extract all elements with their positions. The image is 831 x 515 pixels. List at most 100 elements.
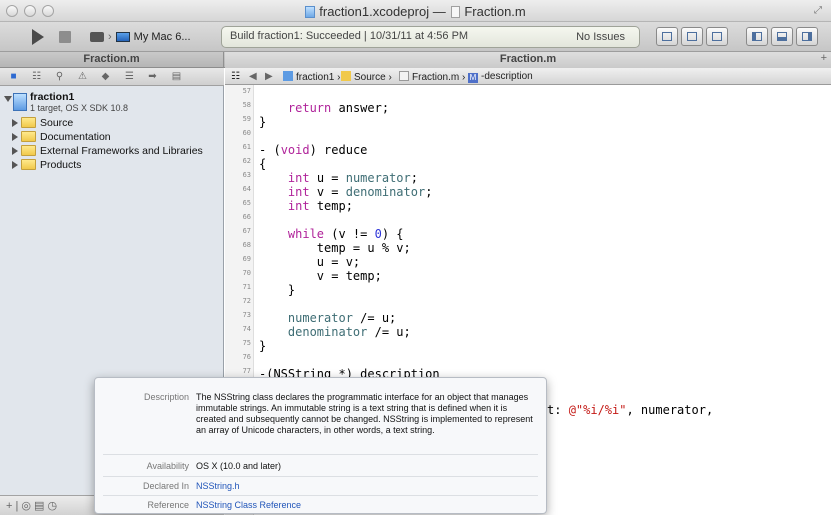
source-file-icon	[399, 71, 409, 81]
line-number: 58	[242, 101, 251, 109]
debug-area-toggle-button[interactable]	[771, 27, 793, 46]
project-name: fraction1	[30, 91, 75, 103]
disclosure-down-icon[interactable]	[4, 96, 12, 102]
tab-editor-fraction-m[interactable]: Fraction.m +	[225, 52, 831, 68]
activity-status-text: Build fraction1: Succeeded | 10/31/11 at…	[230, 30, 469, 42]
line-number: 76	[242, 353, 251, 361]
tree-row-documentation[interactable]: Documentation	[0, 130, 224, 144]
breakpoint-navigator-icon[interactable]: ☰	[124, 71, 135, 82]
run-button[interactable]	[32, 29, 44, 45]
project-icon	[13, 93, 27, 111]
line-number: 63	[242, 171, 251, 179]
utilities-toggle-button[interactable]	[796, 27, 818, 46]
breakpoint-arrow-icon[interactable]: ➡	[147, 71, 158, 82]
code-token: /= u;	[352, 311, 397, 325]
window-title-project: fraction1.xcodeproj	[319, 4, 430, 19]
breadcrumb-project[interactable]: fraction1 ›	[283, 71, 340, 83]
code-token: ;	[410, 171, 418, 185]
mac-destination-icon	[115, 32, 130, 42]
line-number: 59	[242, 115, 251, 123]
utilities-panel-icon	[802, 32, 812, 41]
debug-navigator-icon[interactable]: ◆	[100, 71, 111, 82]
breadcrumb-source[interactable]: Source ›	[341, 71, 392, 83]
code-token: - (	[259, 143, 281, 157]
search-navigator-icon[interactable]: ⚲	[54, 71, 65, 82]
disclosure-right-icon[interactable]	[12, 147, 18, 155]
window-title: fraction1.xcodeproj — Fraction.m	[0, 4, 831, 19]
line-number: 61	[242, 143, 251, 151]
assistant-editor-button[interactable]	[681, 27, 703, 46]
related-files-icon[interactable]: ☷	[231, 71, 240, 82]
navigator-toggle-button[interactable]	[746, 27, 768, 46]
code-line: denominator /= u;	[259, 325, 411, 339]
disclosure-right-icon[interactable]	[12, 119, 18, 127]
issues-indicator[interactable]: No Issues	[576, 31, 625, 43]
disclosure-right-icon[interactable]	[12, 161, 18, 169]
activity-viewer[interactable]: Build fraction1: Succeeded | 10/31/11 at…	[221, 26, 640, 48]
toolbar: › My Mac 6... Build fraction1: Succeeded…	[0, 22, 831, 52]
assistant-editor-icon	[687, 32, 697, 41]
code-token: temp;	[309, 199, 353, 213]
method-icon: M	[468, 73, 478, 83]
project-navigator-icon[interactable]: ■	[8, 71, 19, 82]
stop-button[interactable]	[59, 31, 71, 43]
line-number: 67	[242, 227, 251, 235]
source-file-icon	[451, 6, 461, 18]
code-token: ) reduce	[309, 143, 368, 157]
quick-help-availability: OS X (10.0 and later)	[196, 461, 282, 471]
project-subtitle: 1 target, OS X SDK 10.8	[30, 103, 129, 113]
symbol-navigator-icon[interactable]: ☷	[31, 71, 42, 82]
code-token: int	[287, 171, 310, 185]
tree-row-frameworks[interactable]: External Frameworks and Libraries	[0, 144, 224, 158]
tree-row-source[interactable]: Source	[0, 116, 224, 130]
quick-help-declared-link[interactable]: NSString.h	[196, 481, 240, 492]
tab-navigator-fraction-m[interactable]: Fraction.m	[0, 52, 224, 68]
forward-arrow-icon[interactable]: ▶	[265, 71, 273, 82]
code-line: }	[259, 115, 267, 129]
back-arrow-icon[interactable]: ◀	[249, 71, 257, 82]
line-number: 65	[242, 199, 251, 207]
folder-icon	[21, 117, 36, 128]
quick-help-availability-label: Availability	[146, 461, 189, 471]
scheme-selector[interactable]: › My Mac 6...	[90, 29, 191, 45]
log-navigator-icon[interactable]: ▤	[171, 71, 182, 82]
line-number: 73	[242, 311, 251, 319]
chevron-right-icon: ›	[108, 31, 112, 43]
quick-help-divider	[103, 454, 538, 455]
line-number: 62	[242, 157, 251, 165]
quick-help-reference-link[interactable]: NSString Class Reference	[196, 500, 301, 511]
code-line: u = v;	[259, 255, 361, 269]
issue-navigator-icon[interactable]: ⚠	[77, 71, 88, 82]
window-title-separator: —	[432, 4, 446, 19]
navigator-bottom-controls[interactable]: + | ◎ ▤ ◷	[6, 500, 57, 512]
code-token: ;	[425, 185, 433, 199]
quick-help-divider	[103, 495, 538, 496]
code-token: answer;	[331, 101, 390, 115]
version-editor-button[interactable]	[706, 27, 728, 46]
tree-row-project[interactable]: fraction1 1 target, OS X SDK 10.8	[0, 90, 224, 116]
scheme-target-label: My Mac 6...	[133, 31, 191, 43]
tree-row-products[interactable]: Products	[0, 158, 224, 172]
breadcrumb-file[interactable]: Fraction.m ›	[399, 71, 465, 83]
line-number: 57	[242, 87, 251, 95]
code-token: void	[280, 143, 310, 157]
code-token: u =	[309, 171, 346, 185]
code-line: - (void) reduce	[259, 143, 367, 157]
new-tab-button[interactable]: +	[821, 52, 827, 64]
code-token: (v !=	[324, 227, 375, 241]
breadcrumb-method[interactable]: M -description	[468, 71, 533, 83]
code-line: return answer;	[259, 101, 389, 115]
tab-label: Fraction.m	[499, 53, 557, 65]
standard-editor-icon	[662, 32, 672, 41]
code-line: numerator /= u;	[259, 311, 396, 325]
standard-editor-button[interactable]	[656, 27, 678, 46]
tab-label: Fraction.m	[83, 53, 140, 65]
disclosure-right-icon[interactable]	[12, 133, 18, 141]
code-token: numerator	[287, 311, 353, 325]
fullscreen-icon[interactable]: ⤢	[814, 5, 825, 16]
folder-icon	[341, 71, 351, 81]
window-title-file: Fraction.m	[464, 4, 526, 19]
folder-icon	[21, 131, 36, 142]
window-titlebar: fraction1.xcodeproj — Fraction.m ⤢	[0, 0, 831, 22]
code-token: int	[287, 199, 310, 213]
